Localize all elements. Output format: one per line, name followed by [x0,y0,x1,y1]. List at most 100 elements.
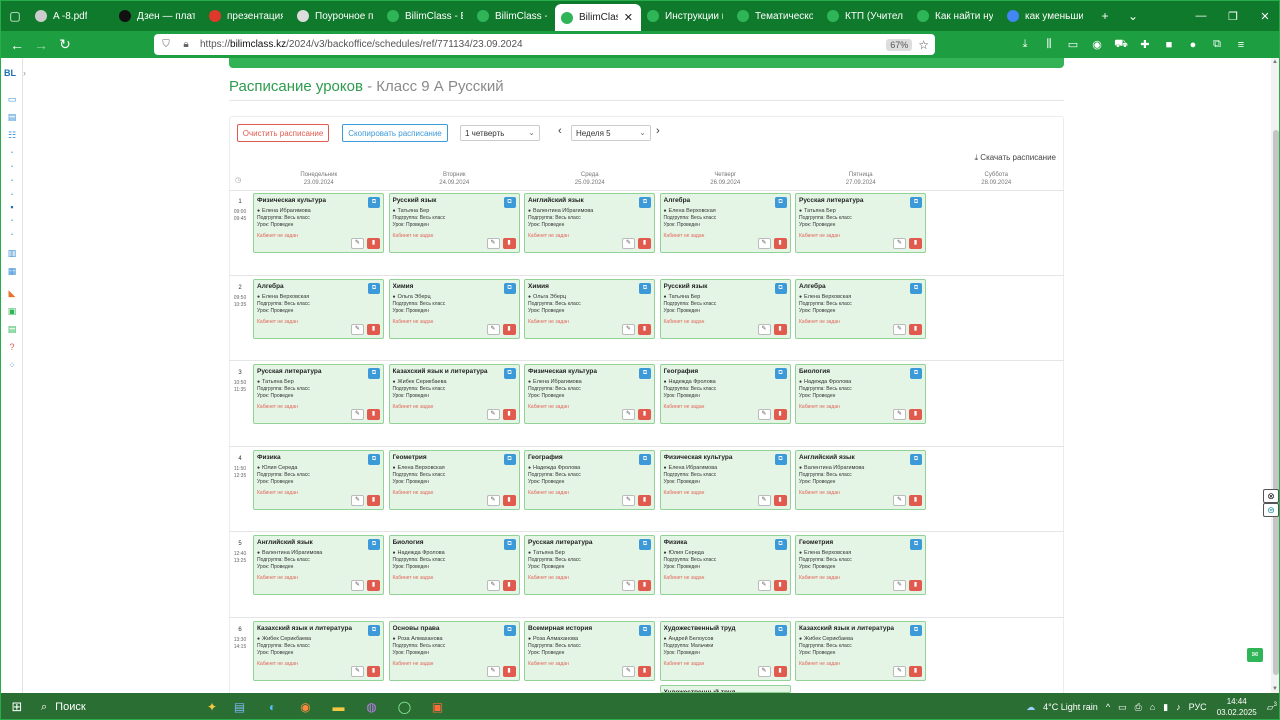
copy-lesson-icon[interactable]: ⧉ [639,539,651,550]
edit-lesson-icon[interactable]: ✎ [893,665,906,677]
edit-lesson-icon[interactable]: ✎ [757,238,771,249]
lesson-card[interactable]: Геометрия Елена ВерховскаяПодгруппа: Весь… [795,535,926,595]
copy-lesson-icon[interactable]: ⧉ [910,282,922,294]
lesson-card[interactable]: Алгебра Елена ВерховскаяПодгруппа: Весь к… [659,193,791,253]
restore-icon[interactable]: ❐ [1217,10,1249,23]
browser-tab[interactable]: как уменьшить [1001,1,1091,31]
firefox-icon[interactable]: ◉ [289,693,322,719]
tray-print-icon[interactable]: ⎙ [1135,702,1142,713]
dot-icon[interactable]: • [6,162,18,172]
account-icon[interactable]: ◉ [1085,38,1109,51]
copy-lesson-icon[interactable]: ⧉ [774,282,787,294]
copy-lesson-icon[interactable]: ⧉ [639,453,651,465]
library-icon[interactable]: ⫼ [1037,38,1061,51]
file-explorer-icon[interactable]: ▤ [223,693,256,719]
edit-lesson-icon[interactable]: ✎ [622,323,635,335]
delete-lesson-icon[interactable]: ▮ [367,409,380,420]
lesson-card[interactable]: География Надежда ФроловаПодгруппа: Весь … [524,449,655,510]
lesson-card[interactable]: Химия Ольга ЭберцПодгруппа: Весь классУро… [388,278,520,339]
bilimclass-logo[interactable]: BL [4,68,16,78]
delete-lesson-icon[interactable]: ▮ [773,494,787,506]
browser-tab[interactable]: Как найти нужн [911,1,1001,31]
copy-lesson-icon[interactable]: ⧉ [503,453,516,465]
back-icon[interactable]: ← [5,37,29,53]
dot-icon[interactable]: • [6,148,18,158]
bookmark-star-icon[interactable]: ☆ [918,38,929,52]
edit-lesson-icon[interactable]: ✎ [486,494,500,506]
delete-lesson-icon[interactable]: ▮ [502,665,516,677]
scroll-down-icon[interactable]: ▼ [1272,686,1278,692]
calculator-icon[interactable]: ▤ [6,324,18,334]
delete-lesson-icon[interactable]: ▮ [909,238,922,249]
edit-lesson-icon[interactable]: ✎ [757,665,771,677]
extensions-icon[interactable]: ⧉ [1205,38,1229,51]
delete-lesson-icon[interactable]: ▮ [367,238,380,249]
copy-lesson-icon[interactable]: ⧉ [503,368,516,379]
battery-icon[interactable]: ▮ [1163,702,1168,713]
browser-tab[interactable]: КТП (Учитель) [821,1,911,31]
delete-lesson-icon[interactable]: ▮ [638,323,651,335]
image-icon[interactable]: ▣ [6,306,18,316]
copy-lesson-icon[interactable]: ⧉ [503,197,516,208]
edit-lesson-icon[interactable]: ✎ [893,323,906,335]
extension-cart-icon[interactable]: ⛟ [1109,38,1133,52]
delete-lesson-icon[interactable]: ▮ [638,494,651,506]
delete-lesson-icon[interactable]: ▮ [773,323,787,335]
delete-lesson-icon[interactable]: ▮ [367,323,380,335]
edit-lesson-icon[interactable]: ✎ [351,238,364,249]
edit-lesson-icon[interactable]: ✎ [351,665,364,677]
sidebar-icon[interactable]: ▭ [1061,38,1085,51]
edit-lesson-icon[interactable]: ✎ [893,238,906,249]
weather-text[interactable]: 4°C Light rain [1043,702,1098,712]
copy-lesson-icon[interactable]: ⧉ [368,453,380,465]
lesson-card[interactable]: Физика Юлия СередаПодгруппа: Весь классУр… [253,449,384,510]
browser-tab[interactable]: A -8.pdf [29,1,113,31]
edit-lesson-icon[interactable]: ✎ [622,409,635,420]
browser-tab[interactable]: Инструкции к на [641,1,731,31]
k-app-icon[interactable]: ◣ [6,288,18,298]
download-icon[interactable]: ⤓ [1013,38,1037,51]
copy-lesson-icon[interactable]: ⧉ [368,539,380,550]
lesson-card[interactable]: География Надежда ФроловаПодгруппа: Весь … [659,364,791,424]
lesson-card[interactable]: Геометрия Елена ВерховскаяПодгруппа: Весь… [388,449,520,510]
edit-lesson-icon[interactable]: ✎ [486,580,500,591]
edit-lesson-icon[interactable]: ✎ [893,494,906,506]
edit-lesson-icon[interactable]: ✎ [622,494,635,506]
edit-lesson-icon[interactable]: ✎ [622,665,635,677]
copy-lesson-icon[interactable]: ⧉ [910,539,922,550]
delete-lesson-icon[interactable]: ▮ [638,238,651,249]
lesson-card[interactable]: Физическая культура Елена ИбрагимоваПодгр… [659,449,791,510]
minimize-icon[interactable]: — [1185,10,1217,23]
edit-lesson-icon[interactable]: ✎ [757,580,771,591]
copy-lesson-icon[interactable]: ⧉ [774,197,787,208]
next-week-icon[interactable]: › [656,125,660,137]
lesson-card[interactable]: Английский язык Валентина ИбрагимоваПодгр… [253,535,384,595]
whatsapp-icon[interactable]: ◯ [388,693,421,719]
lesson-card[interactable]: Русская литература Татьяна БерПодгруппа: … [253,364,384,424]
edit-lesson-icon[interactable]: ✎ [486,665,500,677]
browser-tab[interactable]: BilimClass - Bi ✕ [555,4,641,31]
table-icon[interactable]: ▦ [6,266,18,276]
delete-lesson-icon[interactable]: ▮ [909,494,922,506]
edit-lesson-icon[interactable]: ✎ [757,409,771,420]
weather-icon[interactable]: ☁ [1026,702,1035,713]
delete-lesson-icon[interactable]: ▮ [638,665,651,677]
delete-lesson-icon[interactable]: ▮ [502,494,516,506]
lesson-card[interactable]: Всемирная история Роза АлмахановаПодгрупп… [524,620,655,681]
copy-lesson-icon[interactable]: ⧉ [368,197,380,208]
forward-icon[interactable]: → [29,37,53,53]
scroll-thumb[interactable] [1273,130,1279,675]
dot-icon[interactable]: • [6,176,18,186]
browser-tab[interactable]: BilimClass - Bilim [471,1,555,31]
delete-lesson-icon[interactable]: ▮ [773,665,787,677]
app-purple-icon[interactable]: ◍ [355,693,388,719]
book-icon[interactable]: ▤ [6,112,18,122]
delete-lesson-icon[interactable]: ▮ [367,580,380,591]
tab-list-button[interactable]: ⌄ [1119,1,1147,31]
widget-icon[interactable]: ⊜ [1263,503,1279,517]
lesson-card[interactable]: Физика Юлия СередаПодгруппа: Весь классУр… [659,535,791,595]
lesson-card[interactable]: Физическая культура Елена ИбрагимоваПодгр… [253,193,384,253]
quarter-select[interactable]: 1 четверть ⌄ [460,125,540,141]
edit-lesson-icon[interactable]: ✎ [351,409,364,420]
reload-icon[interactable]: ↻ [53,36,77,53]
